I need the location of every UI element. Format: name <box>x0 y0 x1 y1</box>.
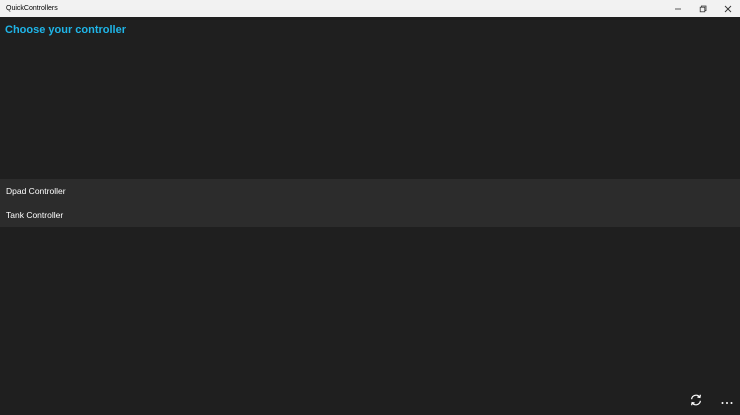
list-item-dpad-controller[interactable]: Dpad Controller <box>0 179 740 203</box>
refresh-icon <box>689 393 703 412</box>
app-window: QuickControllers Choose your controller … <box>0 0 740 415</box>
list-item-tank-controller[interactable]: Tank Controller <box>0 203 740 227</box>
page-title: Choose your controller <box>5 24 127 36</box>
minimize-button[interactable] <box>665 0 690 17</box>
minimize-icon <box>673 4 683 14</box>
window-title: QuickControllers <box>6 5 58 12</box>
caption-buttons <box>665 0 740 17</box>
more-button[interactable] <box>716 393 738 411</box>
command-bar <box>0 389 740 415</box>
maximize-button[interactable] <box>690 0 715 17</box>
close-button[interactable] <box>715 0 740 17</box>
close-icon <box>723 4 733 14</box>
restore-icon <box>698 4 708 14</box>
controller-list: Dpad Controller Tank Controller <box>0 179 740 227</box>
refresh-button[interactable] <box>685 393 707 411</box>
more-icon <box>720 393 734 411</box>
title-bar[interactable]: QuickControllers <box>0 0 740 17</box>
